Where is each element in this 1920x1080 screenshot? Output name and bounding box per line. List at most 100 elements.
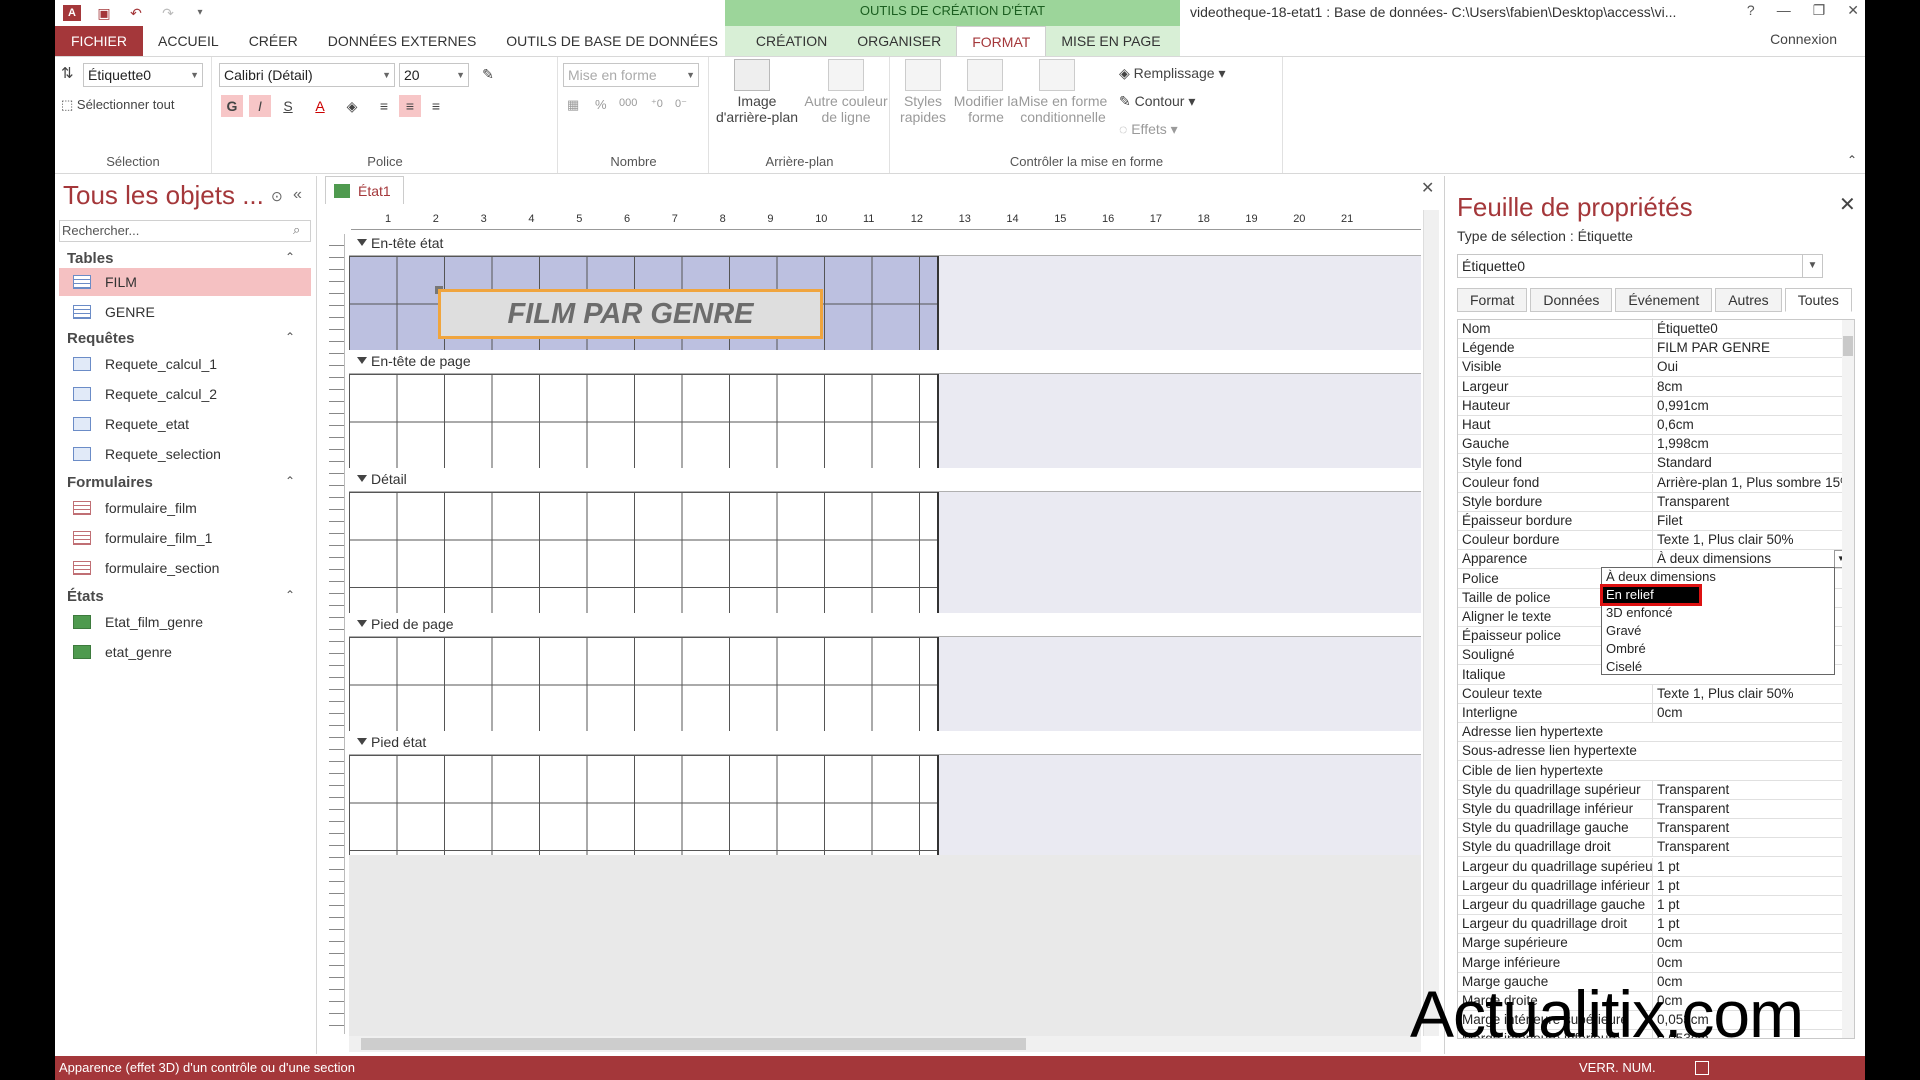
tab-outils-bdd[interactable]: OUTILS DE BASE DE DONNÉES — [491, 26, 733, 56]
align-right-icon[interactable]: ≡ — [425, 95, 447, 117]
close-button[interactable]: ✕ — [1847, 2, 1859, 19]
section-detail[interactable] — [349, 492, 1421, 613]
close-document-icon[interactable]: ✕ — [1421, 178, 1434, 198]
property-value[interactable]: 0,991cm — [1652, 396, 1844, 415]
property-row[interactable]: Adresse lien hypertexte — [1458, 723, 1844, 743]
tab-donnees-externes[interactable]: DONNÉES EXTERNES — [313, 26, 492, 56]
property-row[interactable]: Légende FILM PAR GENRE — [1458, 339, 1844, 359]
dropdown-option[interactable]: Ciselé — [1602, 658, 1834, 676]
nav-collapse-icon[interactable]: « — [293, 186, 302, 204]
property-value[interactable]: 1 pt — [1652, 896, 1844, 914]
connexion-link[interactable]: Connexion — [1770, 31, 1837, 47]
section-pied-etat[interactable] — [349, 755, 1421, 855]
property-row[interactable]: Largeur 8cm — [1458, 377, 1844, 397]
dropdown-option-selected[interactable]: En relief — [1600, 584, 1702, 606]
currency-icon[interactable]: ▦ — [567, 97, 579, 113]
alt-row-color-button[interactable]: Autre couleur de ligne — [804, 93, 888, 125]
object-selector[interactable]: Étiquette0 ▼ — [83, 63, 203, 87]
tab-organiser[interactable]: ORGANISER — [842, 26, 956, 56]
tab-creer[interactable]: CRÉER — [234, 26, 313, 56]
property-row[interactable]: Interligne 0cm — [1458, 704, 1844, 723]
outline-button[interactable]: ✎ Contour ▾ — [1119, 93, 1195, 110]
document-tab[interactable]: État1 — [325, 176, 404, 204]
background-image-button[interactable]: Image d'arrière-plan — [712, 93, 802, 125]
property-row[interactable]: Gauche 1,998cm — [1458, 435, 1844, 455]
property-row[interactable]: Style du quadrillage droit Transparent — [1458, 838, 1844, 858]
property-value[interactable]: Arrière-plan 1, Plus sombre 15% — [1652, 473, 1844, 492]
search-icon[interactable]: ⌕ — [293, 222, 300, 238]
scroll-thumb[interactable] — [361, 1038, 1026, 1050]
font-color-button[interactable]: A — [309, 95, 331, 117]
nav-group-tables[interactable]: Tables ⌃ — [67, 250, 295, 267]
tab-accueil[interactable]: ACCUEIL — [143, 26, 234, 56]
nav-item-formulaire-film[interactable]: formulaire_film — [59, 494, 311, 522]
property-value[interactable]: Transparent — [1652, 780, 1844, 799]
nav-item-requete-selection[interactable]: Requete_selection — [59, 440, 311, 468]
property-row[interactable]: Couleur bordure Texte 1, Plus clair 50% — [1458, 531, 1844, 551]
property-value[interactable]: Transparent — [1652, 492, 1844, 511]
property-row[interactable]: Couleur fond Arrière-plan 1, Plus sombre … — [1458, 473, 1844, 493]
property-value[interactable]: 8cm — [1652, 377, 1844, 396]
section-header-pied-etat[interactable]: Pied état — [349, 731, 1421, 755]
dropdown-option[interactable]: 3D enfoncé — [1602, 604, 1834, 622]
italic-button[interactable]: I — [249, 95, 271, 117]
highlight-color-icon[interactable]: ◈ — [341, 95, 363, 117]
nav-group-requetes[interactable]: Requêtes ⌃ — [67, 330, 295, 347]
horizontal-scrollbar[interactable] — [349, 1036, 1421, 1052]
object-selector[interactable]: Étiquette0 ▼ — [1457, 254, 1823, 278]
property-row[interactable]: Marge supérieure 0cm — [1458, 934, 1844, 954]
section-header-pied-page[interactable]: Pied de page — [349, 613, 1421, 637]
property-value[interactable]: 1,998cm — [1652, 435, 1844, 454]
property-value[interactable]: 1 pt — [1652, 857, 1844, 876]
scroll-thumb[interactable] — [1843, 336, 1853, 356]
tab-format[interactable]: Format — [1457, 288, 1528, 312]
section-en-tete-page[interactable] — [349, 374, 1421, 468]
nav-item-genre[interactable]: GENRE — [59, 298, 311, 326]
section-header-detail[interactable]: Détail — [349, 468, 1421, 492]
tab-donnees[interactable]: Données — [1530, 288, 1613, 312]
property-value[interactable]: 0cm — [1652, 953, 1844, 972]
collapse-icon[interactable]: ⌃ — [285, 330, 295, 344]
nav-item-etat-genre[interactable]: etat_genre — [59, 638, 311, 666]
tab-evenement[interactable]: Événement — [1615, 288, 1713, 312]
tab-creation[interactable]: CRÉATION — [741, 26, 842, 56]
property-value[interactable]: Texte 1, Plus clair 50% — [1652, 684, 1844, 703]
collapse-icon[interactable]: ⌃ — [285, 250, 295, 264]
collapse-icon[interactable]: ⌃ — [285, 588, 295, 602]
underline-button[interactable]: S — [277, 95, 299, 117]
section-header-en-tete-page[interactable]: En-tête de page — [349, 350, 1421, 374]
property-row[interactable]: Style fond Standard — [1458, 454, 1844, 474]
tab-toutes[interactable]: Toutes — [1784, 288, 1852, 312]
close-icon[interactable]: ✕ — [1839, 192, 1856, 217]
redo-icon[interactable]: ↷ — [159, 5, 177, 21]
property-row[interactable]: Épaisseur bordure Filet — [1458, 512, 1844, 531]
help-button[interactable]: ? — [1747, 2, 1755, 19]
nav-pane-title[interactable]: Tous les objets ... — [63, 180, 264, 211]
nav-item-film[interactable]: FILM — [59, 268, 311, 296]
dropdown-option[interactable]: Ombré — [1602, 640, 1834, 658]
property-value[interactable]: Étiquette0 — [1652, 320, 1844, 338]
property-row[interactable]: Style du quadrillage supérieur Transparen… — [1458, 780, 1844, 800]
nav-item-requete-etat[interactable]: Requete_etat — [59, 410, 311, 438]
thousands-button[interactable]: 000 — [619, 97, 637, 109]
property-value[interactable]: 1 pt — [1652, 876, 1844, 895]
font-selector[interactable]: Calibri (Détail) ▼ — [219, 63, 395, 87]
tab-mise-en-page[interactable]: MISE EN PAGE — [1046, 26, 1175, 56]
property-value[interactable]: 0cm — [1652, 934, 1844, 953]
fill-button[interactable]: ◈ Remplissage ▾ — [1119, 65, 1226, 82]
label-film-par-genre[interactable]: FILM PAR GENRE — [438, 289, 823, 339]
font-size-selector[interactable]: 20 ▼ — [399, 63, 469, 87]
nav-item-formulaire-film-1[interactable]: formulaire_film_1 — [59, 524, 311, 552]
percent-button[interactable]: % — [595, 97, 607, 112]
property-row[interactable]: Cible de lien hypertexte — [1458, 762, 1844, 781]
undo-icon[interactable]: ↶ — [127, 5, 145, 21]
number-format-selector[interactable]: Mise en forme ▼ — [563, 63, 699, 87]
bold-button[interactable]: G — [221, 95, 243, 117]
nav-item-formulaire-section[interactable]: formulaire_section — [59, 554, 311, 582]
property-row[interactable]: Couleur texte Texte 1, Plus clair 50% — [1458, 684, 1844, 704]
nav-item-requete-calcul-1[interactable]: Requete_calcul_1 — [59, 350, 311, 378]
nav-search-input[interactable]: Rechercher... — [59, 220, 311, 242]
align-center-icon[interactable]: ≡ — [399, 95, 421, 117]
property-value[interactable]: Transparent — [1652, 819, 1844, 838]
property-value[interactable]: À deux dimensions — [1652, 550, 1844, 569]
